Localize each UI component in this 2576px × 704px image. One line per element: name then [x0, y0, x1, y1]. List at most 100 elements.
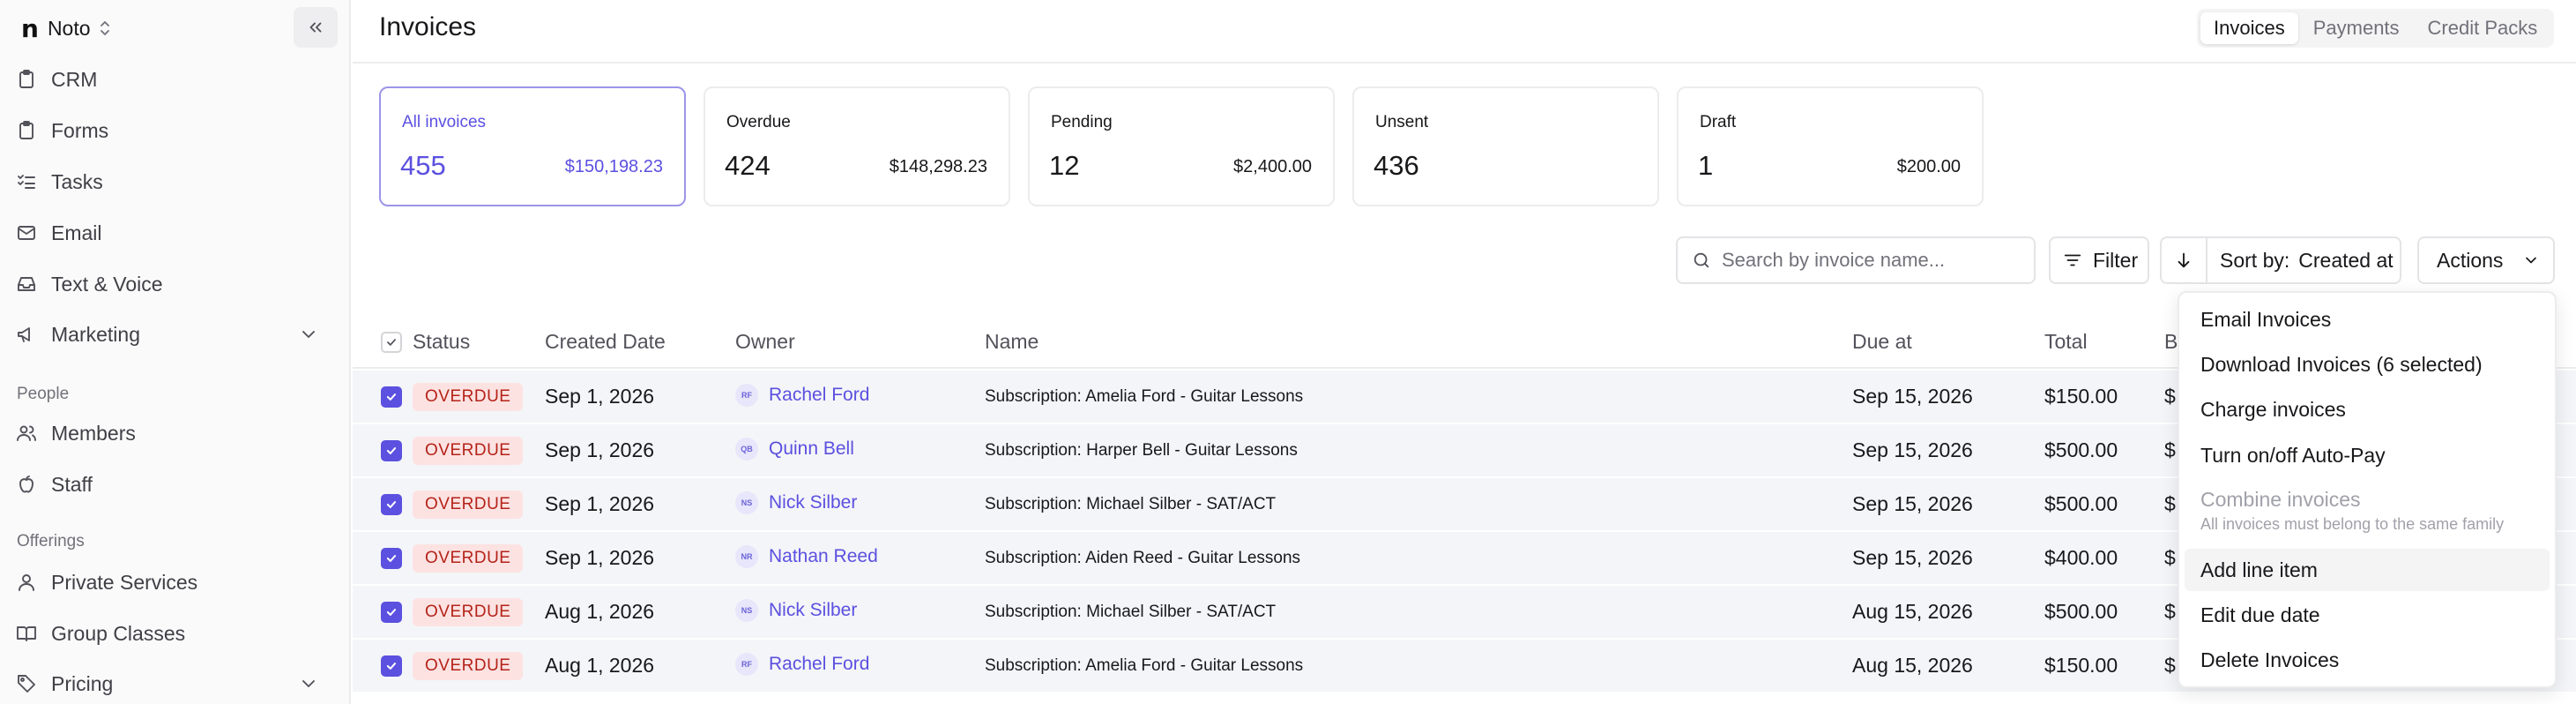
invoice-name: Subscription: Michael Silber - SAT/ACT: [985, 603, 1277, 621]
sidebar-item-crm[interactable]: CRM: [16, 60, 97, 99]
menu-item-add-line-item[interactable]: Add line item: [2185, 549, 2550, 591]
sort-control[interactable]: Sort by: Created at: [2160, 236, 2401, 284]
check-icon: [386, 501, 397, 508]
menu-item-delete-invoices[interactable]: Delete Invoices: [2185, 639, 2550, 681]
balance-amount: $: [2164, 546, 2176, 569]
sidebar: n Noto CRM Forms Tasks Email Text & Voic…: [0, 0, 351, 704]
sidebar-item-tasks[interactable]: Tasks: [16, 162, 103, 201]
owner-link[interactable]: QB Quinn Bell: [735, 438, 854, 461]
avatar: NS: [735, 599, 758, 622]
filter-button[interactable]: Filter: [2049, 236, 2149, 284]
avatar: NS: [735, 491, 758, 514]
tab-credit-packs[interactable]: Credit Packs: [2415, 12, 2551, 44]
summary-card-all-invoices[interactable]: All invoices 455 $150,198.23: [379, 86, 686, 206]
top-bar: Invoices Invoices Payments Credit Packs: [353, 0, 2576, 64]
invoice-name: Subscription: Harper Bell - Guitar Lesso…: [985, 441, 1298, 460]
apple-icon: [19, 476, 34, 493]
sidebar-item-label: Text & Voice: [51, 272, 163, 296]
sidebar-item-private-services[interactable]: Private Services: [16, 563, 197, 602]
owner-link[interactable]: RF Rachel Ford: [735, 384, 869, 407]
created-date: Aug 1, 2026: [545, 654, 655, 677]
row-checkbox[interactable]: [381, 386, 402, 408]
summary-card-pending[interactable]: Pending 12 $2,400.00: [1028, 86, 1335, 206]
owner-name: Nathan Reed: [769, 546, 878, 566]
clipboard-icon: [19, 70, 34, 88]
total-amount: $500.00: [2044, 438, 2118, 461]
sidebar-item-pricing[interactable]: Pricing: [16, 664, 338, 703]
row-checkbox[interactable]: [381, 494, 402, 515]
sidebar-item-label: CRM: [51, 67, 98, 91]
column-header-total[interactable]: Total: [2044, 330, 2088, 354]
avatar: QB: [735, 438, 758, 461]
chevrons-left-icon: [309, 22, 322, 33]
status-badge: OVERDUE: [413, 544, 524, 573]
check-icon: [386, 393, 397, 401]
summary-card-unsent[interactable]: Unsent 436: [1352, 86, 1659, 206]
sidebar-item-staff[interactable]: Staff: [16, 465, 93, 504]
summary-card-overdue[interactable]: Overdue 424 $148,298.23: [704, 86, 1010, 206]
owner-link[interactable]: NR Nathan Reed: [735, 545, 878, 568]
chevron-down-icon: [298, 324, 319, 345]
due-date: Aug 15, 2026: [1852, 600, 1973, 623]
menu-item-charge-invoices[interactable]: Charge invoices: [2185, 388, 2550, 431]
select-all-checkbox[interactable]: [381, 332, 402, 353]
collapse-sidebar-button[interactable]: [294, 7, 338, 48]
search-input[interactable]: [1722, 249, 2013, 272]
summary-card-draft[interactable]: Draft 1 $200.00: [1677, 86, 1984, 206]
balance-amount: $: [2164, 438, 2176, 461]
user-icon: [19, 574, 34, 591]
sidebar-item-forms[interactable]: Forms: [16, 111, 108, 150]
created-date: Sep 1, 2026: [545, 492, 655, 515]
brand-logo: n: [21, 13, 39, 43]
owner-link[interactable]: NS Nick Silber: [735, 599, 857, 622]
sort-direction-button[interactable]: [2162, 238, 2207, 282]
sidebar-item-text-voice[interactable]: Text & Voice: [16, 265, 163, 303]
column-header-status[interactable]: Status: [413, 330, 470, 354]
balance-amount: $: [2164, 385, 2176, 408]
total-amount: $150.00: [2044, 654, 2118, 677]
sidebar-item-email[interactable]: Email: [16, 213, 102, 252]
menu-item-toggle-auto-pay[interactable]: Turn on/off Auto-Pay: [2185, 434, 2550, 476]
search-field[interactable]: [1676, 236, 2036, 284]
arrow-down-icon: [2178, 252, 2190, 268]
menu-item-combine-invoices: Combine invoices: [2200, 487, 2361, 511]
actions-button[interactable]: Actions: [2417, 236, 2555, 284]
card-amount: $148,298.23: [889, 157, 987, 176]
due-date: Sep 15, 2026: [1852, 546, 1973, 569]
menu-item-download-invoices[interactable]: Download Invoices (6 selected): [2185, 343, 2550, 386]
balance-amount: $: [2164, 654, 2176, 677]
created-date: Sep 1, 2026: [545, 385, 655, 408]
sidebar-item-marketing[interactable]: Marketing: [16, 315, 338, 354]
column-header-name[interactable]: Name: [985, 330, 1039, 354]
check-icon: [386, 555, 397, 562]
column-header-due-at[interactable]: Due at: [1852, 330, 1912, 354]
menu-item-edit-due-date[interactable]: Edit due date: [2185, 594, 2550, 636]
workspace-switcher[interactable]: n Noto: [21, 12, 110, 44]
tab-invoices[interactable]: Invoices: [2200, 12, 2298, 44]
invoice-name: Subscription: Michael Silber - SAT/ACT: [985, 495, 1277, 513]
column-header-owner[interactable]: Owner: [735, 330, 795, 354]
sidebar-item-group-classes[interactable]: Group Classes: [16, 614, 185, 653]
card-label: All invoices: [402, 113, 487, 131]
row-checkbox[interactable]: [381, 440, 402, 461]
row-checkbox[interactable]: [381, 655, 402, 677]
tag-icon: [18, 675, 35, 693]
column-header-balance[interactable]: B: [2164, 330, 2178, 354]
filter-button-label: Filter: [2093, 248, 2139, 272]
row-checkbox[interactable]: [381, 602, 402, 623]
sidebar-item-members[interactable]: Members: [16, 414, 136, 453]
column-header-created-date[interactable]: Created Date: [545, 330, 666, 354]
clipboard-icon: [19, 121, 34, 139]
chevron-down-icon: [2526, 257, 2537, 264]
invoice-name: Subscription: Aiden Reed - Guitar Lesson…: [985, 549, 1301, 567]
menu-item-email-invoices[interactable]: Email Invoices: [2185, 298, 2550, 341]
card-count: 436: [1374, 150, 1419, 181]
tab-payments[interactable]: Payments: [2300, 12, 2413, 44]
owner-link[interactable]: NS Nick Silber: [735, 491, 857, 514]
due-date: Aug 15, 2026: [1852, 654, 1973, 677]
owner-name: Nick Silber: [769, 600, 858, 620]
created-date: Sep 1, 2026: [545, 546, 655, 569]
row-checkbox[interactable]: [381, 548, 402, 569]
card-amount: $150,198.23: [564, 157, 663, 176]
owner-link[interactable]: RF Rachel Ford: [735, 653, 869, 676]
